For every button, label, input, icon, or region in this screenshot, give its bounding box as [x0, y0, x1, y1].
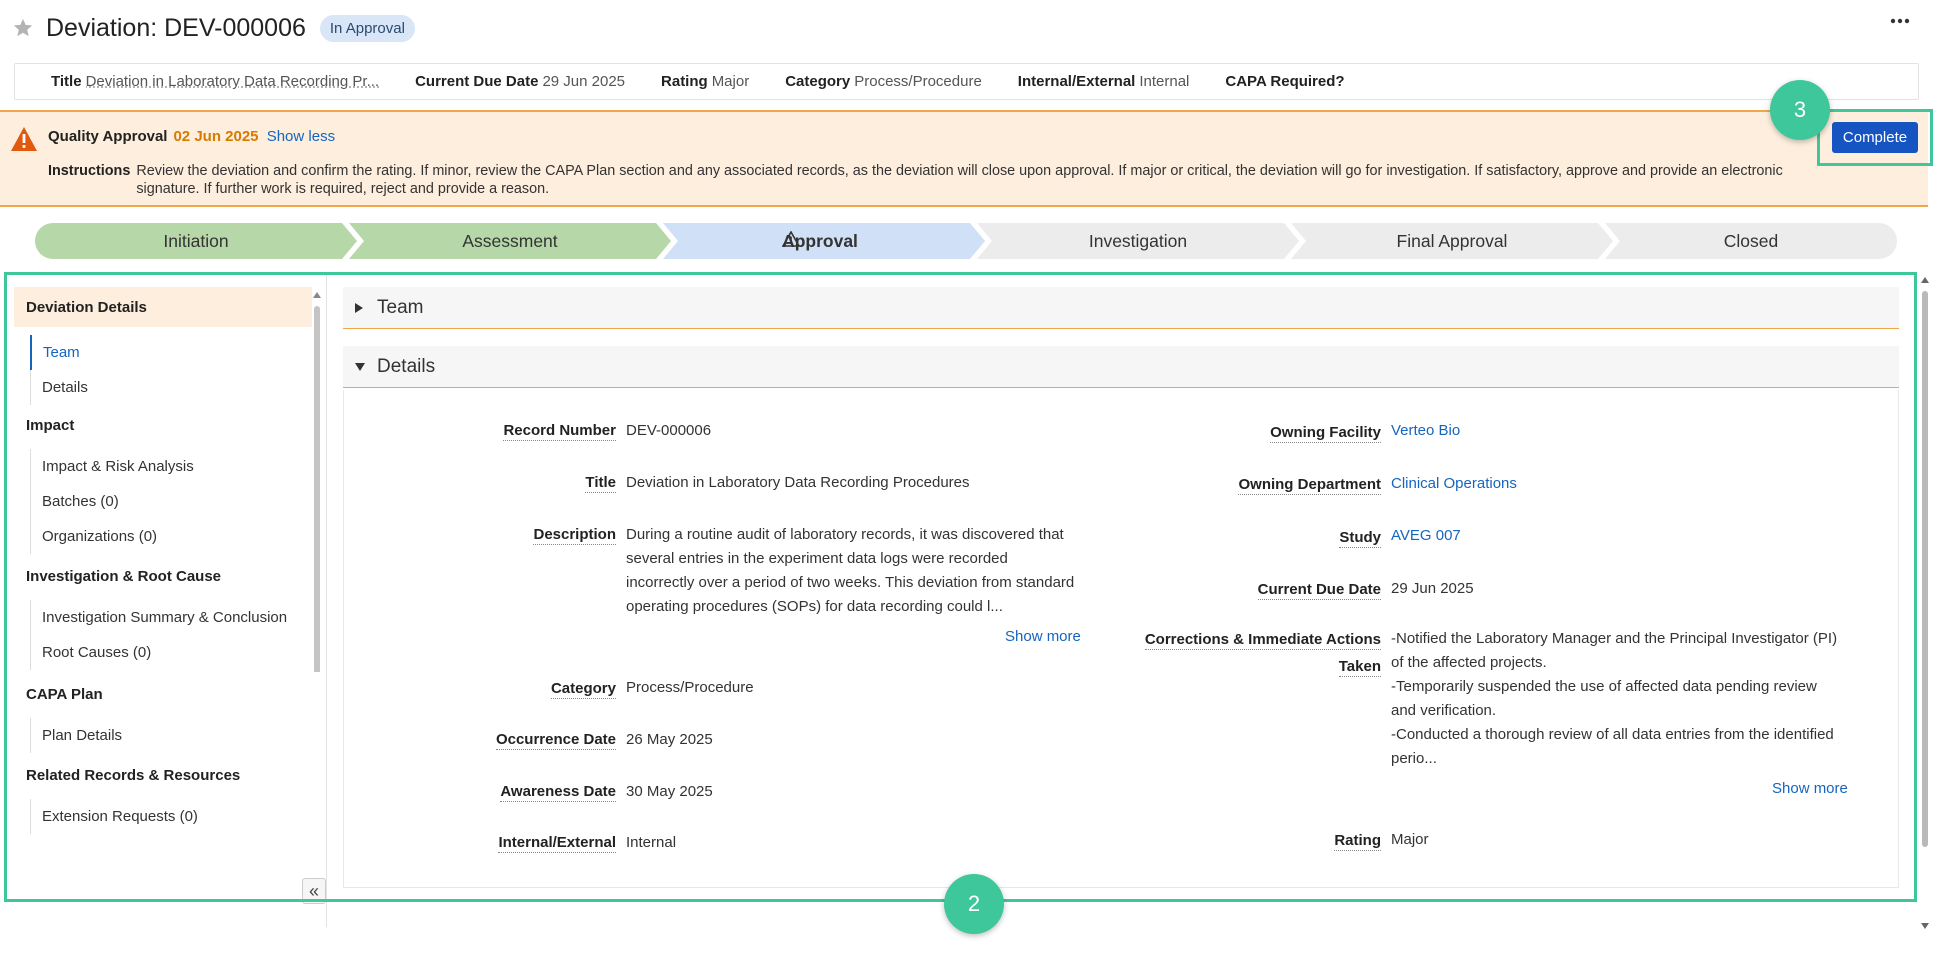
complete-button[interactable]: Complete	[1831, 122, 1919, 153]
stage-closed: Closed	[1605, 223, 1897, 259]
stage-investigation: Investigation	[977, 223, 1299, 259]
summary-rating: Rating Major	[661, 73, 750, 90]
callout-badge-3: 3	[1770, 80, 1830, 140]
summary-title: Title Deviation in Laboratory Data Record…	[51, 73, 380, 90]
show-less-link[interactable]: Show less	[267, 128, 335, 145]
stage-final-approval: Final Approval	[1291, 223, 1613, 259]
workflow-stage-bar: Initiation Assessment Approval Investiga…	[35, 223, 1897, 259]
stage-assessment: Assessment	[349, 223, 671, 259]
page-title: Deviation: DEV-000006	[46, 13, 306, 42]
banner-instructions: Instructions Review the deviation and co…	[48, 163, 1783, 197]
more-options-icon[interactable]	[1885, 12, 1915, 30]
page-scrollbar[interactable]	[1920, 277, 1930, 929]
stage-approval: Approval	[663, 223, 985, 259]
stage-initiation: Initiation	[35, 223, 357, 259]
summary-capa-required: CAPA Required?	[1225, 73, 1345, 90]
status-badge: In Approval	[319, 14, 415, 42]
summary-category: Category Process/Procedure	[785, 73, 982, 90]
banner-date: 02 Jun 2025	[173, 128, 259, 145]
summary-title-value[interactable]: Deviation in Laboratory Data Recording P…	[86, 73, 380, 90]
quality-approval-banner: Quality Approval 02 Jun 2025 Show less In…	[0, 110, 1928, 207]
banner-heading: Quality Approval 02 Jun 2025 Show less	[48, 128, 336, 145]
summary-due-date: Current Due Date 29 Jun 2025	[415, 73, 626, 90]
callout-badge-2: 2	[944, 874, 1004, 934]
warning-icon	[10, 126, 38, 152]
complete-button-highlight: Complete	[1817, 109, 1933, 166]
main-content-highlight	[4, 272, 1917, 902]
star-icon[interactable]	[10, 15, 36, 41]
summary-internal-external: Internal/External Internal	[1017, 73, 1190, 90]
summary-strip: Title Deviation in Laboratory Data Record…	[14, 63, 1919, 100]
page-header: Deviation: DEV-000006 In Approval	[10, 8, 1920, 48]
